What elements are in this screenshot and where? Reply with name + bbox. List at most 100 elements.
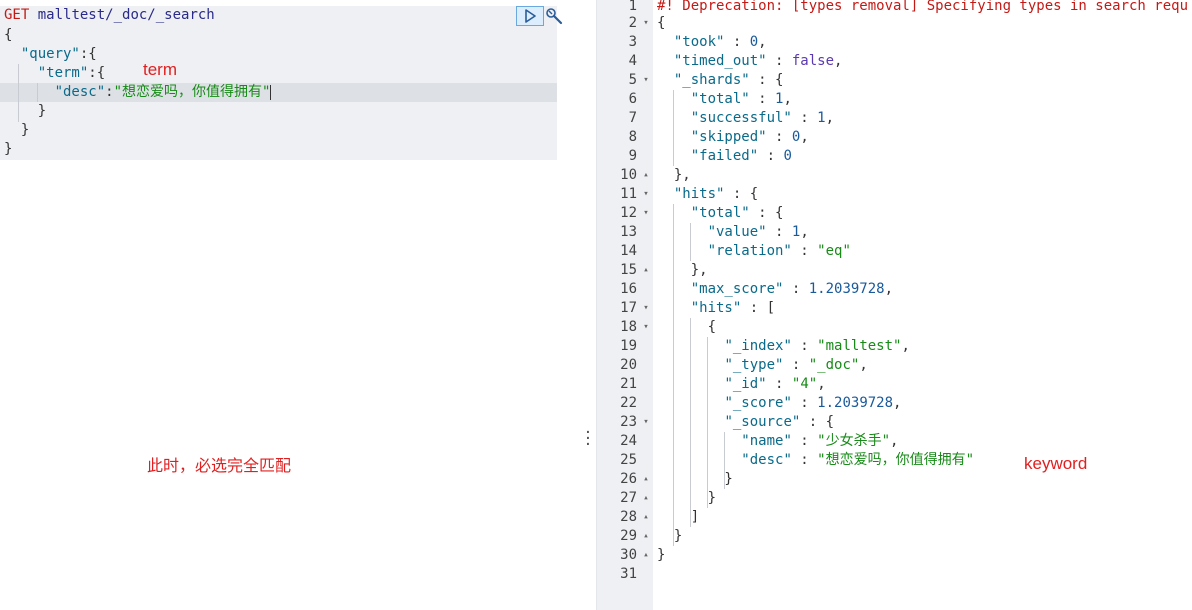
max-score-value: 1.2039728 [808,281,885,297]
code-line: "value" : 1, [707,224,809,240]
code-line: "name" : "少女杀手", [741,433,899,449]
line-number: 23 [620,414,637,430]
hits-total-value: 1 [791,224,801,240]
annotation-note: 此时，必选完全匹配 [147,458,292,475]
request-url: malltest/_doc/_search [37,7,215,23]
code-line: } [657,528,683,544]
annotation-term: term [143,60,177,79]
line-number: 24 [620,433,637,449]
line-number: 28 [620,509,637,525]
request-line-6[interactable]: } [4,102,46,121]
brace-close-inner: } [37,103,47,119]
annotation-keyword: keyword [1024,454,1088,473]
hit-type-value: "_doc" [808,357,860,373]
line-number: 18 [620,319,637,335]
line-number: 30 [620,547,637,563]
fold-toggle-icon[interactable]: ▴ [641,489,651,508]
code-line: "_source" : { [724,414,835,430]
line-number: 15 [620,262,637,278]
line-number: 4 [628,53,637,69]
response-viewer[interactable]: 1 2 ▾ 3 4 5 ▾ 6 7 8 9 10 ▴ 11 ▾ 12 ▾ 13 … [597,0,1192,610]
settings-button[interactable] [544,6,564,26]
line-number: 22 [620,395,637,411]
line-number: 2 [628,15,637,31]
hit-id-value: "4" [791,376,818,392]
brace-close-outer: } [4,141,13,157]
code-line: } [657,547,666,563]
fold-toggle-icon[interactable]: ▾ [641,204,651,223]
code-line: ] [657,509,700,525]
line-number: 3 [628,34,637,50]
code-line: "timed_out" : false, [673,53,843,69]
line-number: 19 [620,338,637,354]
fold-toggle-icon[interactable]: ▾ [641,299,651,318]
line-number: 17 [620,300,637,316]
code-line: "_score" : 1.2039728, [724,395,902,411]
code-line: "total" : { [690,205,784,221]
code-line: "took" : 0, [673,34,767,50]
code-line: } [657,490,717,506]
code-line: "_id" : "4", [724,376,826,392]
line-number: 29 [620,528,637,544]
fold-toggle-icon[interactable]: ▴ [641,527,651,546]
code-line: { [657,319,717,335]
source-desc-value: "想恋爱吗，你值得拥有" [817,452,975,468]
timed-out-value: false [791,53,835,69]
line-number: 9 [628,148,637,164]
shards-skipped-value: 0 [791,129,801,145]
fold-toggle-icon[interactable]: ▴ [641,261,651,280]
text-cursor [270,84,272,100]
request-method: GET [4,7,30,23]
line-number: 5 [628,72,637,88]
code-line: } [657,471,733,487]
line-number: 25 [620,452,637,468]
fold-toggle-icon[interactable]: ▾ [641,185,651,204]
query-key: "query" [20,46,80,62]
request-line-8[interactable]: } [4,140,12,159]
fold-toggle-icon[interactable]: ▾ [641,318,651,337]
fold-toggle-icon[interactable]: ▾ [641,413,651,432]
line-number: 27 [620,490,637,506]
request-line-2[interactable]: { [4,26,12,45]
fold-toggle-icon[interactable]: ▾ [641,14,651,33]
pane-resizer[interactable]: · · · [580,0,597,610]
line-number: 8 [628,129,637,145]
request-line-3[interactable]: "query":{ [4,45,97,64]
brace-close-mid: } [20,122,30,138]
fold-toggle-icon[interactable]: ▴ [641,166,651,185]
code-line: "relation" : "eq" [707,243,851,259]
resize-grip-icon[interactable]: · · · [580,426,596,452]
desc-value: "想恋爱吗，你值得拥有" [113,84,271,100]
hits-relation-value: "eq" [817,243,851,259]
line-number: 20 [620,357,637,373]
code-line: "_shards" : { [673,72,784,88]
term-key: "term" [37,65,89,81]
line-number: 31 [620,566,637,582]
fold-toggle-icon[interactable]: ▴ [641,508,651,527]
took-value: 0 [749,34,759,50]
code-line: }, [657,167,691,183]
run-icon [525,9,536,23]
run-request-button[interactable] [516,6,544,26]
request-line-4[interactable]: "term":{ [4,64,105,83]
request-line-7[interactable]: } [4,121,29,140]
code-line: "skipped" : 0, [690,129,809,145]
request-editor[interactable]: GET malltest/_doc/_search { "query":{ "t… [0,0,580,610]
line-number: 14 [620,243,637,259]
line-number: 12 [620,205,637,221]
request-line-5[interactable]: "desc":"想恋爱吗，你值得拥有" [4,83,272,102]
line-number: 10 [620,167,637,183]
code-line: "hits" : [ [690,300,776,316]
response-code[interactable]: #! Deprecation: [types removal] Specifyi… [653,0,1192,610]
fold-toggle-icon[interactable]: ▾ [641,71,651,90]
line-number-gutter: 1 2 ▾ 3 4 5 ▾ 6 7 8 9 10 ▴ 11 ▾ 12 ▾ 13 … [597,0,653,610]
code-line: "total" : 1, [690,91,792,107]
shards-successful-value: 1 [817,110,826,126]
request-line-1[interactable]: GET malltest/_doc/_search [4,6,215,25]
line-number: 26 [620,471,637,487]
shards-total-value: 1 [775,91,784,107]
line-number: 11 [620,186,637,202]
fold-toggle-icon[interactable]: ▴ [641,470,651,489]
fold-toggle-icon[interactable]: ▴ [641,546,651,565]
code-line: "max_score" : 1.2039728, [690,281,894,297]
